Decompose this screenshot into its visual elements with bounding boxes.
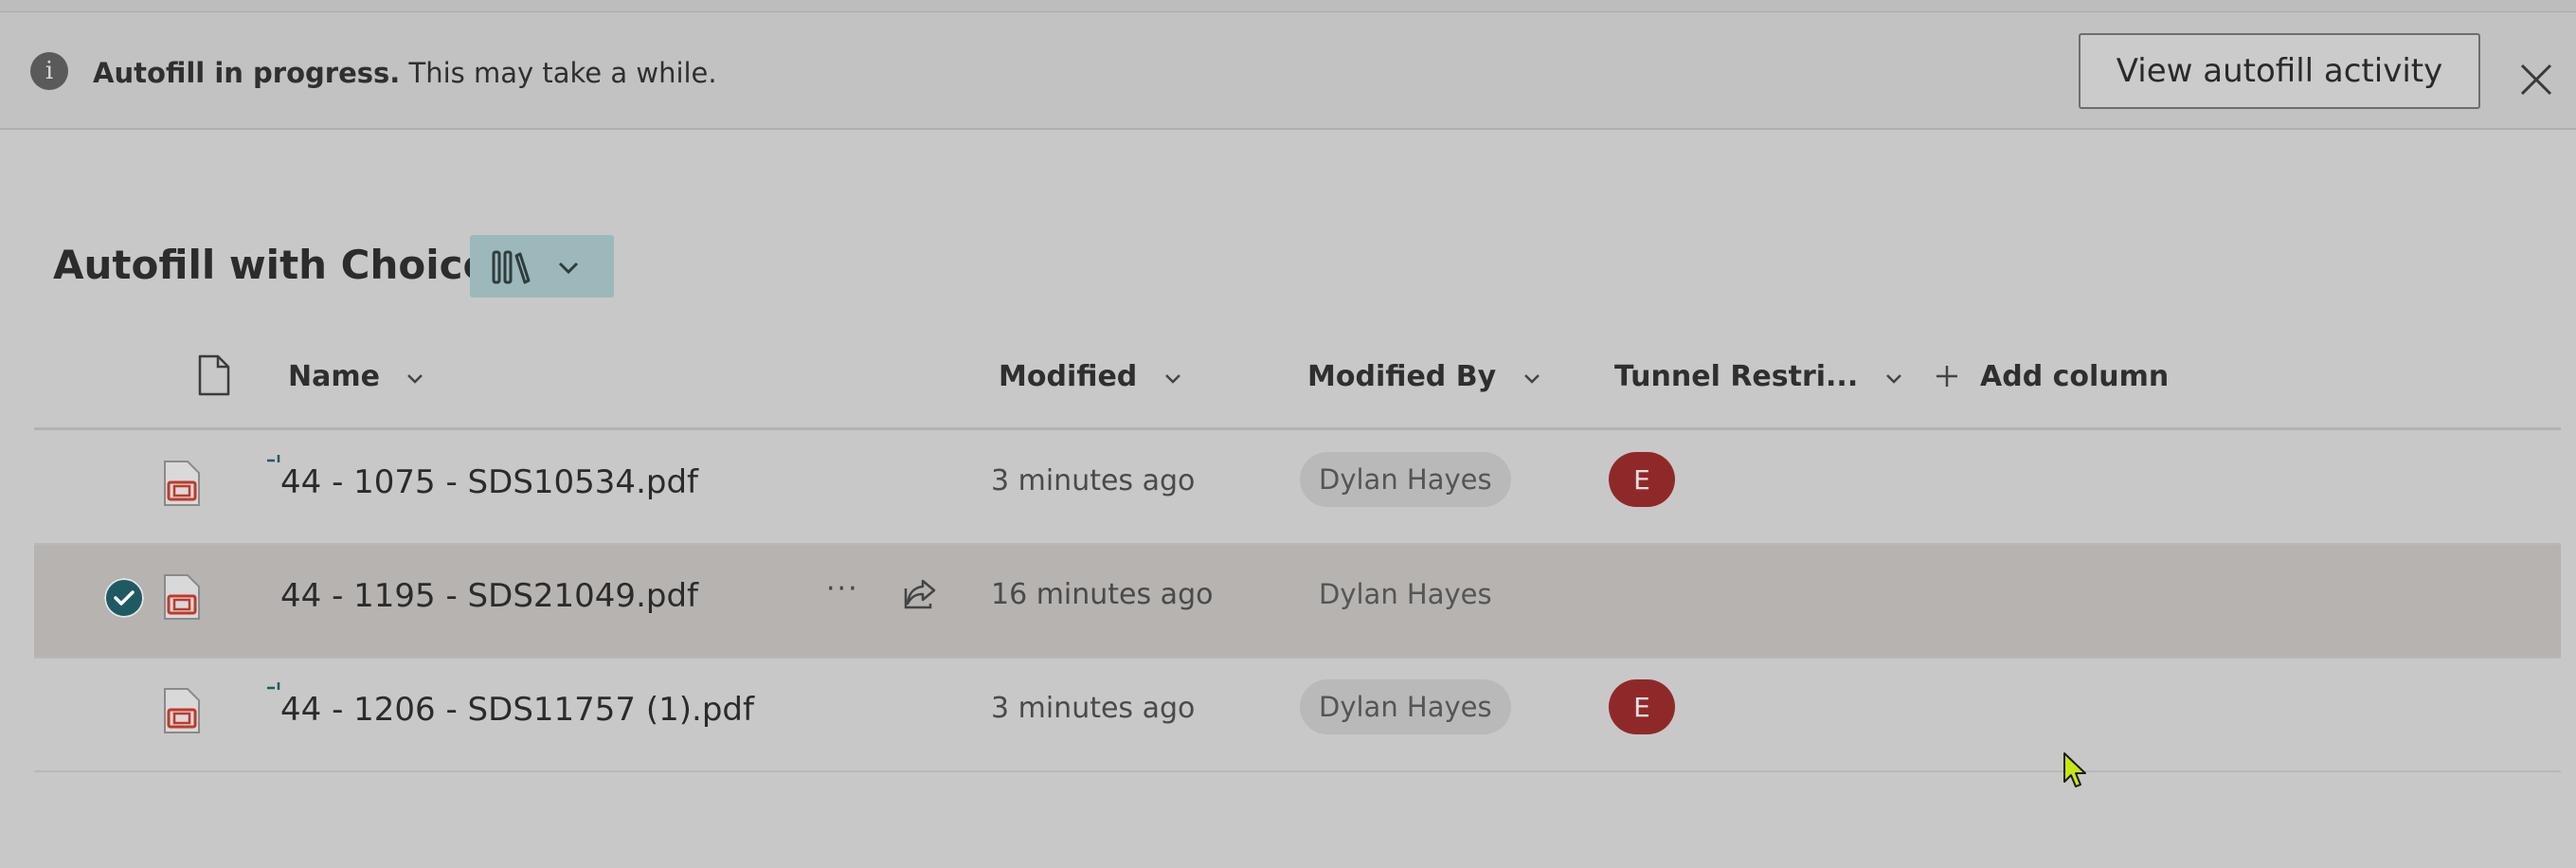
choice-badge: E: [1609, 452, 1675, 507]
file-name-link[interactable]: 44 - 1075 - SDS10534.pdf: [280, 463, 698, 501]
chevron-down-icon: [407, 374, 423, 384]
add-column-label: Add column: [1980, 360, 2170, 393]
row-checkmark-icon[interactable]: [104, 578, 144, 618]
chevron-down-icon: [1885, 374, 1901, 384]
row-divider: [34, 770, 2561, 772]
person-pill[interactable]: Dylan Hayes: [1300, 679, 1511, 734]
banner-subtext: This may take a while.: [400, 57, 717, 89]
banner-message: Autofill in progress. This may take a wh…: [93, 54, 717, 92]
column-header-tunnel-restriction[interactable]: Tunnel Restri...: [1614, 360, 1902, 393]
library-icon: [492, 250, 531, 284]
column-header-modified-by[interactable]: Modified By: [1307, 360, 1540, 393]
column-header-modified[interactable]: Modified: [999, 360, 1181, 393]
pdf-file-icon: [164, 461, 200, 506]
modified-date: 3 minutes ago: [991, 692, 1196, 725]
autofill-banner: i Autofill in progress. This may take a …: [0, 12, 2576, 130]
file-type-header-icon: [198, 354, 230, 396]
view-autofill-activity-button[interactable]: View autofill activity: [2079, 33, 2480, 109]
banner-title: Autofill in progress.: [93, 57, 401, 89]
mouse-cursor-icon: [2063, 752, 2086, 787]
person-name[interactable]: Dylan Hayes: [1319, 578, 1492, 610]
top-border: [0, 0, 2576, 12]
column-header-tunnel-label: Tunnel Restri...: [1614, 360, 1859, 393]
column-header-modified-label: Modified: [999, 360, 1138, 393]
more-actions-icon[interactable]: ···: [826, 572, 859, 606]
share-icon[interactable]: [902, 575, 940, 613]
column-header-modified-by-label: Modified By: [1307, 360, 1497, 393]
file-name-link[interactable]: 44 - 1195 - SDS21049.pdf: [280, 577, 698, 615]
add-column-button[interactable]: Add column: [1935, 360, 2169, 393]
pdf-file-icon: [164, 574, 200, 620]
column-header-name-label: Name: [288, 360, 380, 393]
info-icon: i: [30, 52, 68, 90]
pdf-file-icon: [164, 688, 200, 733]
person-pill[interactable]: Dylan Hayes: [1300, 452, 1511, 507]
page-title: Autofill with Choices: [53, 242, 514, 288]
plus-icon: [1937, 366, 1957, 387]
file-name-link[interactable]: 44 - 1206 - SDS11757 (1).pdf: [280, 691, 754, 729]
modified-date: 3 minutes ago: [991, 464, 1196, 497]
header-divider: [34, 427, 2561, 430]
view-switcher-button[interactable]: [470, 235, 614, 298]
chevron-down-icon: [558, 262, 579, 275]
close-icon[interactable]: [2518, 62, 2554, 98]
modified-date: 16 minutes ago: [991, 578, 1214, 611]
column-header-name[interactable]: Name: [288, 360, 423, 393]
chevron-down-icon: [1164, 374, 1180, 384]
chevron-down-icon: [1523, 374, 1540, 384]
choice-badge: E: [1609, 679, 1675, 734]
